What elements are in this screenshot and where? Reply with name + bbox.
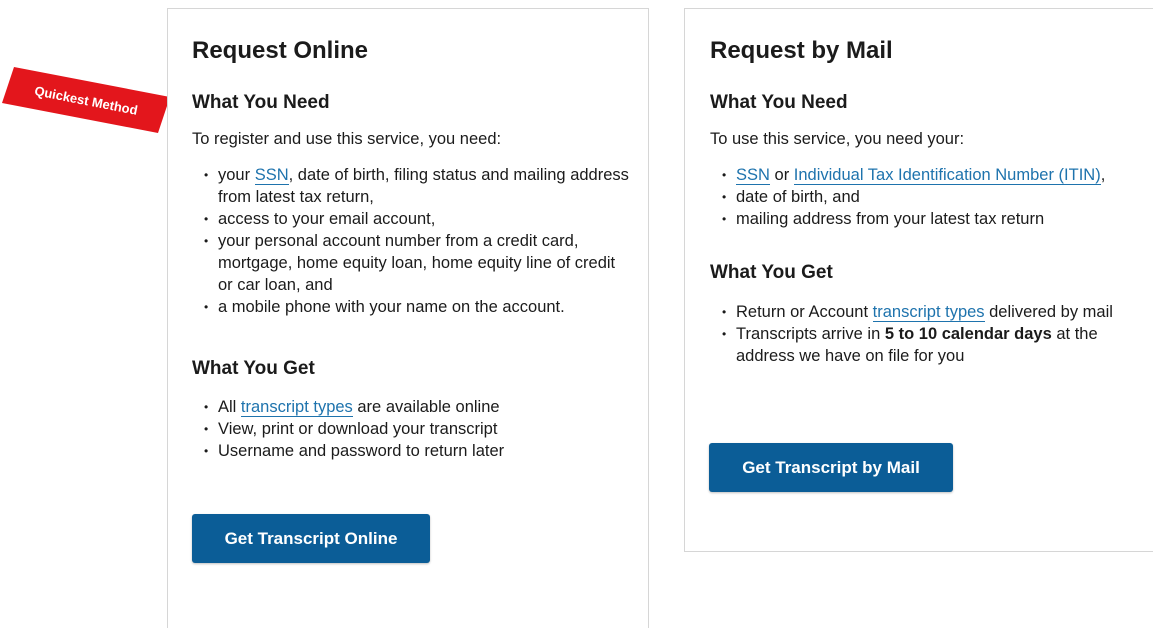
transcript-types-link[interactable]: transcript types	[872, 303, 985, 322]
transcript-types-link[interactable]: transcript types	[240, 398, 353, 417]
list-item: date of birth, and	[720, 186, 1153, 208]
list-item: your personal account number from a cred…	[202, 230, 632, 296]
request-by-mail-card: Request by Mail What You Need To use thi…	[684, 8, 1153, 552]
list-item: All transcript types are available onlin…	[202, 396, 632, 418]
list-item: View, print or download your transcript	[202, 418, 632, 440]
what-you-get-heading: What You Get	[192, 358, 315, 379]
need-intro: To register and use this service, you ne…	[192, 130, 502, 148]
ssn-link[interactable]: SSN	[254, 166, 289, 185]
list-item: SSN or Individual Tax Identification Num…	[720, 164, 1153, 186]
card-title: Request by Mail	[710, 37, 893, 64]
ssn-link[interactable]: SSN	[736, 166, 770, 185]
list-item: Return or Account transcript types deliv…	[720, 301, 1130, 323]
get-transcript-online-button[interactable]: Get Transcript Online	[192, 514, 430, 563]
quickest-method-ribbon: Quickest Method	[2, 67, 170, 133]
list-item: mailing address from your latest tax ret…	[720, 208, 1153, 230]
need-list: your SSN, date of birth, filing status a…	[202, 164, 632, 318]
need-list: SSN or Individual Tax Identification Num…	[720, 164, 1153, 230]
get-list: All transcript types are available onlin…	[202, 396, 632, 462]
list-item: access to your email account,	[202, 208, 632, 230]
list-item: a mobile phone with your name on the acc…	[202, 296, 632, 318]
list-item: Transcripts arrive in 5 to 10 calendar d…	[720, 323, 1130, 367]
what-you-need-heading: What You Need	[192, 92, 330, 113]
need-intro: To use this service, you need your:	[710, 130, 965, 148]
itin-link[interactable]: Individual Tax Identification Number (IT…	[793, 166, 1101, 185]
card-title: Request Online	[192, 37, 369, 64]
get-transcript-by-mail-button[interactable]: Get Transcript by Mail	[709, 443, 953, 492]
what-you-get-heading: What You Get	[710, 262, 833, 283]
request-online-card: Request Online What You Need To register…	[167, 8, 649, 628]
what-you-need-heading: What You Need	[710, 92, 848, 113]
delivery-time: 5 to 10 calendar days	[884, 325, 1052, 343]
get-list: Return or Account transcript types deliv…	[720, 301, 1130, 367]
list-item: Username and password to return later	[202, 440, 632, 462]
list-item: your SSN, date of birth, filing status a…	[202, 164, 632, 208]
